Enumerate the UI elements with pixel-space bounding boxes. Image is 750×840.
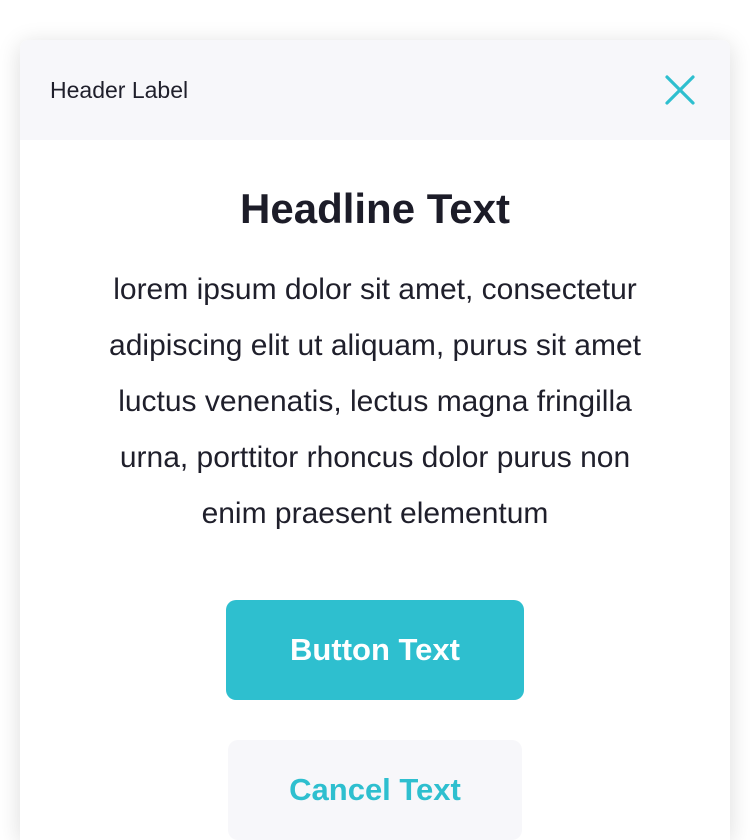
close-icon (665, 75, 695, 105)
modal-body: Headline Text lorem ipsum dolor sit amet… (20, 140, 730, 840)
header-label: Header Label (50, 76, 189, 103)
headline: Headline Text (240, 185, 510, 232)
close-button[interactable] (664, 74, 696, 106)
modal-header: Header Label (20, 40, 730, 140)
cancel-button[interactable]: Cancel Text (228, 740, 522, 840)
body-text: lorem ipsum dolor sit amet, consectetur … (109, 273, 641, 530)
primary-button[interactable]: Button Text (226, 600, 524, 700)
modal-dialog: Header Label Headline Text lorem ipsum d… (20, 40, 730, 840)
